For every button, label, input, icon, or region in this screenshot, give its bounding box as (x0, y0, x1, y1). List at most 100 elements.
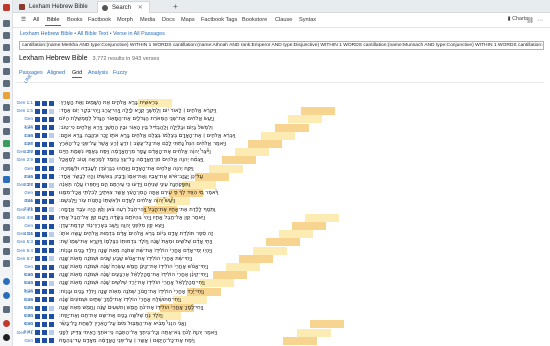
grid-cell-marker[interactable] (35, 330, 40, 336)
grid-row[interactable]: Gen 2:15 וַיִּקַּ֛ח יְהוָ֥ה אֱלֹהִ֖ים אֶת… (15, 164, 544, 179)
grid-cell-marker[interactable] (49, 133, 54, 139)
search-kind-docs[interactable]: Docs (160, 16, 177, 25)
grid-cell-marker[interactable] (42, 248, 47, 254)
grid-cell-marker[interactable] (35, 297, 40, 303)
grid-cell-marker[interactable] (49, 272, 54, 278)
community-icon[interactable] (3, 260, 10, 267)
verse-reference-link[interactable]: Gen 5:4 (15, 247, 33, 255)
grid-cell-marker[interactable] (49, 207, 54, 213)
grid-cell-marker[interactable] (42, 338, 47, 344)
grid-cell-marker[interactable] (49, 305, 54, 311)
hebrew-verse-text[interactable]: וְלִמְשֹׁל֙ בַּיּ֣וֹם וּבַלַּ֔יְלָה וּֽל… (59, 124, 540, 132)
grid-cell-marker[interactable] (49, 215, 54, 221)
grid-cell-marker[interactable] (42, 305, 47, 311)
tab-search[interactable]: Search ✕ (97, 1, 150, 13)
documents-icon[interactable] (3, 56, 10, 63)
grid-cell-marker[interactable] (35, 166, 40, 172)
hebrew-verse-text[interactable]: וַיִּקַּ֛ח יְהוָ֥ה אֱלֹהִ֖ים אֶת־הָֽאָדָ… (59, 165, 540, 173)
tab-lexham-hebrew-bible[interactable]: Lexham Hebrew Bible (15, 1, 94, 13)
settings-icon[interactable] (3, 306, 10, 313)
grid-row[interactable]: Gen 3:11 וַיֹּ֕אמֶר מִ֚י הִגִּ֣יד לְךָ֔ כ… (15, 189, 544, 203)
hebrew-verse-text[interactable]: בְּרֵאשִׁ֖ית בָּרָ֣א אֱלֹהִ֑ים אֵ֥ת הַשָ… (59, 99, 540, 107)
prayer-icon[interactable] (3, 236, 10, 243)
grid-cell-marker[interactable] (42, 190, 47, 196)
grid-cell-marker[interactable] (42, 108, 47, 114)
verse-reference-link[interactable]: Gen 5:3 (15, 238, 33, 246)
grid-cell-marker[interactable] (35, 190, 40, 196)
grid-cell-marker[interactable] (42, 125, 47, 131)
verse-reference-link[interactable]: Gen 1:1 (15, 99, 33, 107)
search-kind-morph[interactable]: Morph (115, 16, 135, 25)
menu-icon[interactable]: ☰ (19, 16, 28, 25)
hebrew-verse-text[interactable]: וַֽיְחִי־מַהֲלַלְאֵ֗ל אַֽחֲרֵי֙ הוֹלִיד֣… (59, 279, 540, 287)
grid-cell-marker[interactable] (35, 313, 40, 319)
grid-cell-marker[interactable] (35, 198, 40, 204)
factbook-icon[interactable] (3, 68, 10, 75)
workflow-icon[interactable] (3, 224, 10, 231)
grid-cell-marker[interactable] (42, 272, 47, 278)
grid-row[interactable]: Gen 6:17 וַאֲנִ֗י הִנְנִי֩ מֵבִ֨יא אֶת־הַ… (15, 320, 544, 334)
verse-reference-link[interactable]: Gen 5:7 (15, 255, 33, 263)
grid-cell-marker[interactable] (49, 149, 54, 155)
grid-cell-marker[interactable] (42, 264, 47, 270)
grid-cell-marker[interactable] (49, 321, 54, 327)
grid-cell-marker[interactable] (35, 207, 40, 213)
grid-row[interactable]: Gen 5:13 וַֽיְחִי־קֵינָ֗ן אַחֲרֵי֙ הוֹלִי… (15, 271, 544, 285)
search-kind-books[interactable]: Books (65, 16, 85, 25)
verse-reference-link[interactable]: Gen 4:2 (15, 206, 33, 214)
grid-cell-marker[interactable] (49, 223, 54, 229)
grid-cell-marker[interactable] (35, 100, 40, 106)
close-icon[interactable]: ✕ (138, 5, 143, 11)
hebrew-verse-text[interactable]: וַיֹּ֤אמֶר יְהוָה֙ לְנֹ֔חַ בֹּֽא־אַתָּ֥ה… (59, 329, 540, 337)
grid-row[interactable]: Gen 4:16 וַיֵּ֥צֵא קַ֖יִן מִלִּפְנֵ֣י יְה… (15, 222, 544, 236)
verse-reference-link[interactable]: Gen 5:1 (15, 230, 33, 238)
grid-row[interactable]: Gen 7:23 וַיִּ֜מַח אֶֽת־כָּל־הַיְק֣וּם ׀ … (15, 336, 544, 346)
add-icon[interactable] (3, 292, 10, 299)
grid-cell-marker[interactable] (35, 272, 40, 278)
search-kind-factbook-tags[interactable]: Factbook Tags (199, 16, 239, 25)
grid-cell-marker[interactable] (35, 256, 40, 262)
view-tab-grid[interactable]: Grid (72, 69, 83, 78)
library-icon[interactable] (3, 20, 10, 27)
grid-cell-marker[interactable] (49, 157, 54, 163)
grid-cell-marker[interactable] (49, 166, 54, 172)
grid-cell-marker[interactable] (49, 297, 54, 303)
view-tab-aligned[interactable]: Aligned (47, 69, 65, 77)
link-icon[interactable]: ⛓ (526, 18, 537, 24)
hebrew-verse-text[interactable]: וַיְחִ֣י אָדָ֗ם שְׁלֹשִׁ֤ים וּמְאַת֙ שָׁ… (59, 238, 540, 246)
hebrew-verse-text[interactable]: וַיַּ֩עַשׂ֩ יְהוָ֨ה אֱלֹהִ֜ים לְאָדָ֧ם ו… (59, 197, 540, 205)
breadcrumb[interactable]: Lexham Hebrew Bible • All Bible Text • V… (20, 31, 165, 37)
hebrew-verse-text[interactable]: וַיַּ֣עַשׂ אֱלֹהִ֔ים אֶת־שְׁנֵ֥י הַמְּאֹ… (59, 115, 540, 123)
grid-cell-marker[interactable] (49, 198, 54, 204)
grid-row[interactable]: Gen 5:1 זֶ֣ה סֵ֔פֶר תּוֹלְדֹ֖ת אָדָ֑ם בְּ… (15, 230, 544, 239)
verse-reference-link[interactable]: Gen 3:7 (15, 181, 33, 189)
grid-row[interactable]: Gen 2:24 עַל־כֵּן֙ יַֽעֲזָב־אִ֔ישׁ אֶת־אָ… (15, 172, 544, 187)
grid-row[interactable]: Gen 7:1 וַיֹּ֤אמֶר יְהוָה֙ לְנֹ֔חַ בֹּֽא־… (15, 328, 544, 337)
search-kind-syntax[interactable]: Syntax (297, 16, 318, 25)
grid-cell-marker[interactable] (35, 157, 40, 163)
grid-cell-marker[interactable] (35, 116, 40, 122)
grid-cell-marker[interactable] (49, 239, 54, 245)
verse-reference-link[interactable]: Gen 7:1 (15, 329, 33, 337)
grid-cell-marker[interactable] (42, 321, 47, 327)
search-kind-factbook[interactable]: Factbook (86, 16, 113, 25)
hebrew-verse-text[interactable]: וַֽיְחִי־לֶ֗מֶךְ אַֽחֲרֵי֙ הוֹלִיד֣וֹ אֶ… (59, 304, 540, 312)
verse-reference-link[interactable]: Gen 2:7 (15, 148, 33, 156)
grid-cell-marker[interactable] (42, 166, 47, 172)
grid-row[interactable]: Gen 1:18 וְלִמְשֹׁל֙ בַּיּ֣וֹם וּבַלַּ֔יְ… (15, 123, 544, 138)
sermon-icon[interactable] (3, 188, 10, 195)
grid-cell-marker[interactable] (42, 313, 47, 319)
grid-cell-marker[interactable] (35, 338, 40, 344)
hebrew-verse-text[interactable]: וַֽיְחִי־מְתוּשֶׁ֗לַח אַֽחֲרֵי֙ הוֹלִיד֣… (59, 296, 540, 304)
grid-row[interactable]: Gen 1:5 וַיִּקְרָ֨א אֱלֹהִ֤ים ׀ לָאוֹר֙ י… (15, 107, 544, 116)
grid-cell-marker[interactable] (42, 215, 47, 221)
map-icon[interactable] (3, 140, 10, 147)
grid-cell-marker[interactable] (42, 174, 47, 180)
search-input[interactable]: cantillation:(name:Merkha AND type:Conju… (19, 41, 544, 50)
hebrew-verse-text[interactable]: וַיַּצְמַ֞ח יְהוָ֤ה אֱלֹהִים֙ מִן־הָ֣אֲד… (59, 156, 540, 164)
grid-cell-marker[interactable] (42, 182, 47, 188)
clock-icon[interactable] (3, 116, 10, 123)
hebrew-verse-text[interactable]: וַֽיְחִי־קֵינָ֗ן אַחֲרֵי֙ הוֹלִיד֣וֹ אֶת… (59, 271, 540, 279)
grid-cell-marker[interactable] (42, 157, 47, 163)
hebrew-verse-text[interactable]: וַיֵּ֥צֵא קַ֖יִן מִלִּפְנֵ֣י יְהוָ֑ה וַי… (59, 222, 540, 230)
